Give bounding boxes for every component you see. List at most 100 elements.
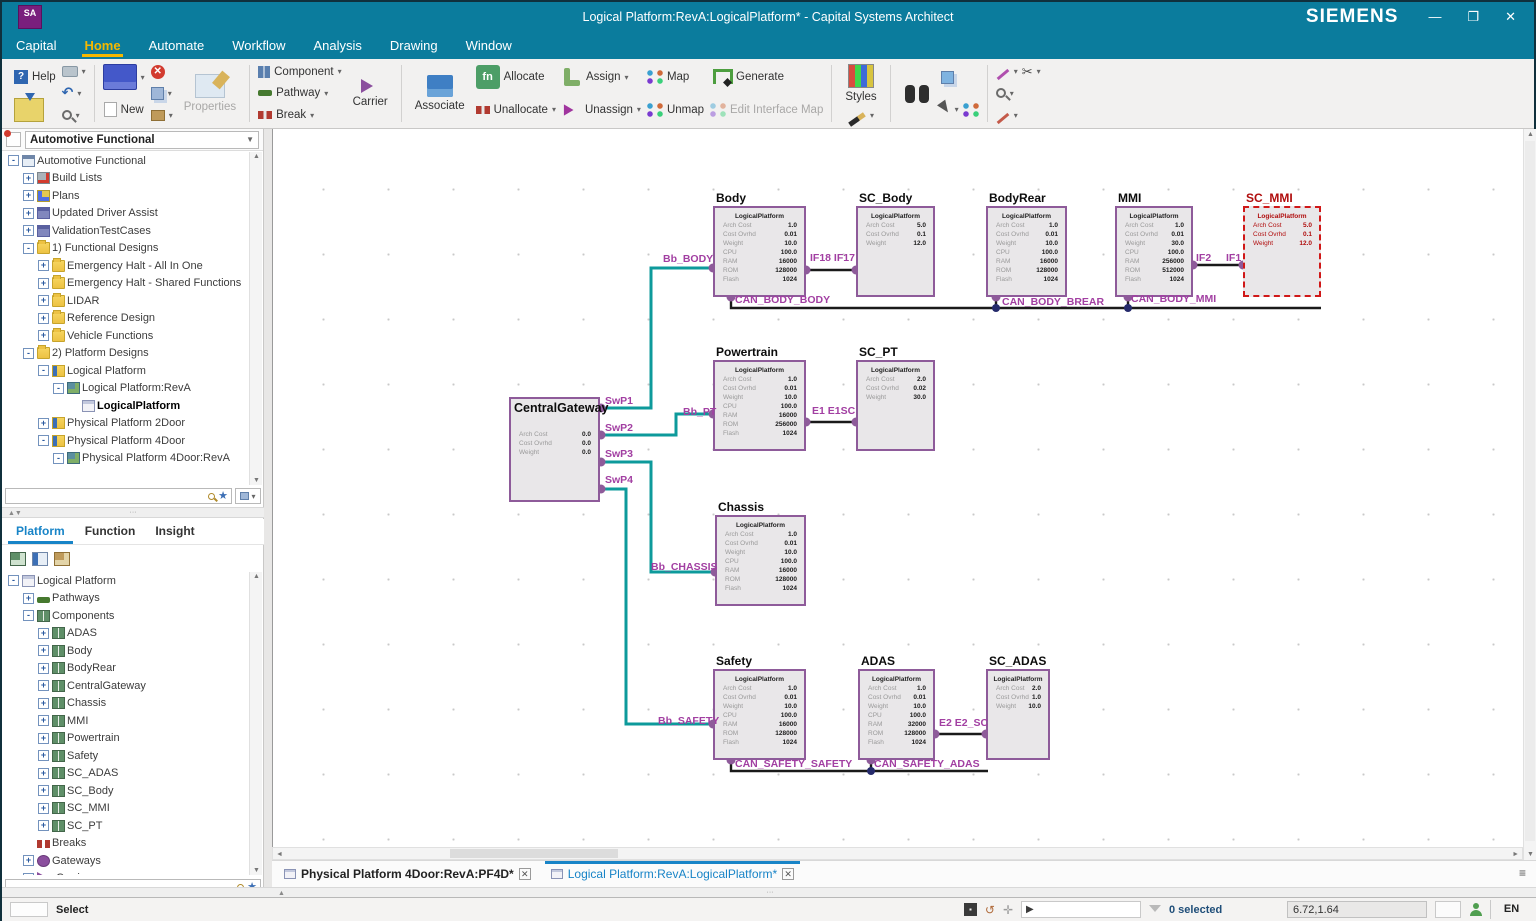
- close-button[interactable]: ✕: [1505, 9, 1516, 25]
- block-bodyrear[interactable]: BodyRearLogicalPlatformArch Cost1.0Cost …: [986, 206, 1067, 297]
- model-selector[interactable]: Automotive Functional ▼: [25, 131, 259, 149]
- block-chassis[interactable]: ChassisLogicalPlatformArch Cost1.0Cost O…: [715, 515, 806, 606]
- window-style-button[interactable]: ▾: [103, 67, 145, 87]
- close-tab-icon[interactable]: ✕: [782, 868, 794, 880]
- component-button[interactable]: Component▾: [258, 62, 341, 82]
- language-indicator[interactable]: EN: [1490, 900, 1532, 919]
- expander-icon[interactable]: +: [23, 173, 34, 184]
- tree-item-sc-body[interactable]: +SC_Body: [2, 782, 264, 800]
- tree-item-logical-platform[interactable]: -Logical Platform: [2, 572, 264, 590]
- tree-item-validationtestcases[interactable]: +ValidationTestCases: [2, 222, 264, 240]
- zoom-button[interactable]: ▾: [62, 105, 86, 125]
- tree-item-chassis[interactable]: +Chassis: [2, 695, 264, 713]
- expander-icon[interactable]: +: [38, 628, 49, 639]
- tree-item-body[interactable]: +Body: [2, 642, 264, 660]
- block-mmi[interactable]: MMILogicalPlatformArch Cost1.0Cost Ovrhd…: [1115, 206, 1193, 297]
- tree-item-logical-platform-reva[interactable]: -Logical Platform:RevA: [2, 380, 264, 398]
- pathway-wire[interactable]: [601, 268, 713, 408]
- expander-icon[interactable]: +: [38, 785, 49, 796]
- expander-icon[interactable]: +: [38, 715, 49, 726]
- tree-item-automotive-functional[interactable]: -Automotive Functional: [2, 152, 264, 170]
- associate-button[interactable]: Associate: [410, 73, 470, 114]
- tree-item-carriers[interactable]: -Carriers: [2, 870, 264, 876]
- bottom-splitter[interactable]: ▲···: [2, 887, 1536, 898]
- zoom-selection-button[interactable]: ▾: [996, 83, 1041, 103]
- tab-list-icon[interactable]: ≡: [1519, 866, 1526, 880]
- expander-icon[interactable]: -: [8, 575, 19, 586]
- generate-button[interactable]: Generate: [710, 67, 823, 87]
- tree-item-bodyrear[interactable]: +BodyRear: [2, 660, 264, 678]
- undo-button[interactable]: ↶▾: [62, 83, 86, 103]
- map-button[interactable]: Map: [647, 67, 704, 87]
- block-body[interactable]: BodyLogicalPlatformArch Cost1.0Cost Ovrh…: [713, 206, 806, 297]
- tree-item-pathways[interactable]: +Pathways: [2, 590, 264, 608]
- properties-button[interactable]: Properties: [179, 72, 241, 115]
- tree-item-physical-platform-4door[interactable]: -Physical Platform 4Door: [2, 432, 264, 450]
- expander-icon[interactable]: +: [38, 750, 49, 761]
- expander-icon[interactable]: -: [53, 383, 64, 394]
- tree-item-physical-platform-2door[interactable]: +Physical Platform 2Door: [2, 415, 264, 433]
- favorite-icon[interactable]: ★: [218, 491, 228, 502]
- tree-item-1-functional-designs[interactable]: -1) Functional Designs: [2, 240, 264, 258]
- tree-item-gateways[interactable]: +Gateways: [2, 852, 264, 870]
- menu-home[interactable]: Home: [82, 34, 122, 57]
- block-sc-pt[interactable]: SC_PTLogicalPlatformArch Cost2.0Cost Ovr…: [856, 360, 935, 451]
- tree-item-emergency-halt-shared-functions[interactable]: +Emergency Halt - Shared Functions: [2, 275, 264, 293]
- expander-icon[interactable]: +: [38, 803, 49, 814]
- find-button[interactable]: [899, 81, 935, 107]
- tab-function[interactable]: Function: [77, 519, 144, 544]
- menu-automate[interactable]: Automate: [147, 34, 207, 57]
- break-button[interactable]: Break▾: [258, 105, 341, 125]
- expander-icon[interactable]: -: [38, 365, 49, 376]
- pin-icon[interactable]: [6, 132, 21, 147]
- diagram-tool-icon[interactable]: [10, 552, 26, 566]
- unallocate-button[interactable]: Unallocate▾: [476, 100, 556, 120]
- restore-button[interactable]: ❐: [1467, 9, 1479, 25]
- connector-pen-button[interactable]: ▾: [996, 105, 1041, 125]
- expander-icon[interactable]: +: [38, 313, 49, 324]
- block-safety[interactable]: SafetyLogicalPlatformArch Cost1.0Cost Ov…: [713, 669, 806, 760]
- menu-window[interactable]: Window: [464, 34, 514, 57]
- crosshair-icon[interactable]: ✛: [1003, 903, 1013, 917]
- expander-icon[interactable]: +: [23, 593, 34, 604]
- tree-item-vehicle-functions[interactable]: +Vehicle Functions: [2, 327, 264, 345]
- expander-icon[interactable]: +: [23, 225, 34, 236]
- tree-item-breaks[interactable]: Breaks: [2, 835, 264, 853]
- close-tab-icon[interactable]: ✕: [519, 868, 531, 880]
- styles-button[interactable]: Styles: [840, 62, 881, 105]
- run-box[interactable]: ▶: [1021, 901, 1141, 918]
- tab-platform[interactable]: Platform: [8, 519, 73, 544]
- block-powertrain[interactable]: PowertrainLogicalPlatformArch Cost1.0Cos…: [713, 360, 806, 451]
- sync-icon[interactable]: ↺: [985, 903, 995, 917]
- tree-item-reference-design[interactable]: +Reference Design: [2, 310, 264, 328]
- grid-view-icon[interactable]: [964, 903, 977, 916]
- expander-icon[interactable]: -: [23, 610, 34, 621]
- tree-item-2-platform-designs[interactable]: -2) Platform Designs: [2, 345, 264, 363]
- expander-icon[interactable]: +: [23, 190, 34, 201]
- package-button[interactable]: ▾: [151, 105, 173, 125]
- pathway-button[interactable]: Pathway▾: [258, 83, 341, 103]
- tree-item-plans[interactable]: +Plans: [2, 187, 264, 205]
- navigate-tool-icon[interactable]: [32, 552, 48, 566]
- tree-item-sc-mmi[interactable]: +SC_MMI: [2, 800, 264, 818]
- tree-item-components[interactable]: -Components: [2, 607, 264, 625]
- menu-drawing[interactable]: Drawing: [388, 34, 440, 57]
- model-tree-scrollbar[interactable]: ▲▼: [249, 152, 262, 485]
- format-painter-button[interactable]: ▾: [848, 106, 874, 126]
- expander-icon[interactable]: +: [38, 418, 49, 429]
- expander-icon[interactable]: +: [23, 208, 34, 219]
- expander-icon[interactable]: -: [23, 243, 34, 254]
- block-sc-mmi[interactable]: SC_MMILogicalPlatformArch Cost5.0Cost Ov…: [1243, 206, 1321, 297]
- tree-item-powertrain[interactable]: +Powertrain: [2, 730, 264, 748]
- pathway-wire[interactable]: [601, 489, 713, 724]
- print-button[interactable]: ▾: [62, 62, 86, 82]
- model-search-input[interactable]: ★: [5, 488, 232, 504]
- expander-icon[interactable]: -: [23, 348, 34, 359]
- tree-item-mmi[interactable]: +MMI: [2, 712, 264, 730]
- diagram-canvas[interactable]: BodyLogicalPlatformArch Cost1.0Cost Ovrh…: [272, 129, 1523, 847]
- minimize-button[interactable]: —: [1428, 9, 1441, 25]
- expander-icon[interactable]: +: [38, 820, 49, 831]
- new-button[interactable]: New: [104, 100, 144, 120]
- import-button[interactable]: [14, 100, 56, 120]
- doc-tab-logical-platform-reva-logicalplatform[interactable]: Logical Platform:RevA:LogicalPlatform*✕: [545, 861, 800, 887]
